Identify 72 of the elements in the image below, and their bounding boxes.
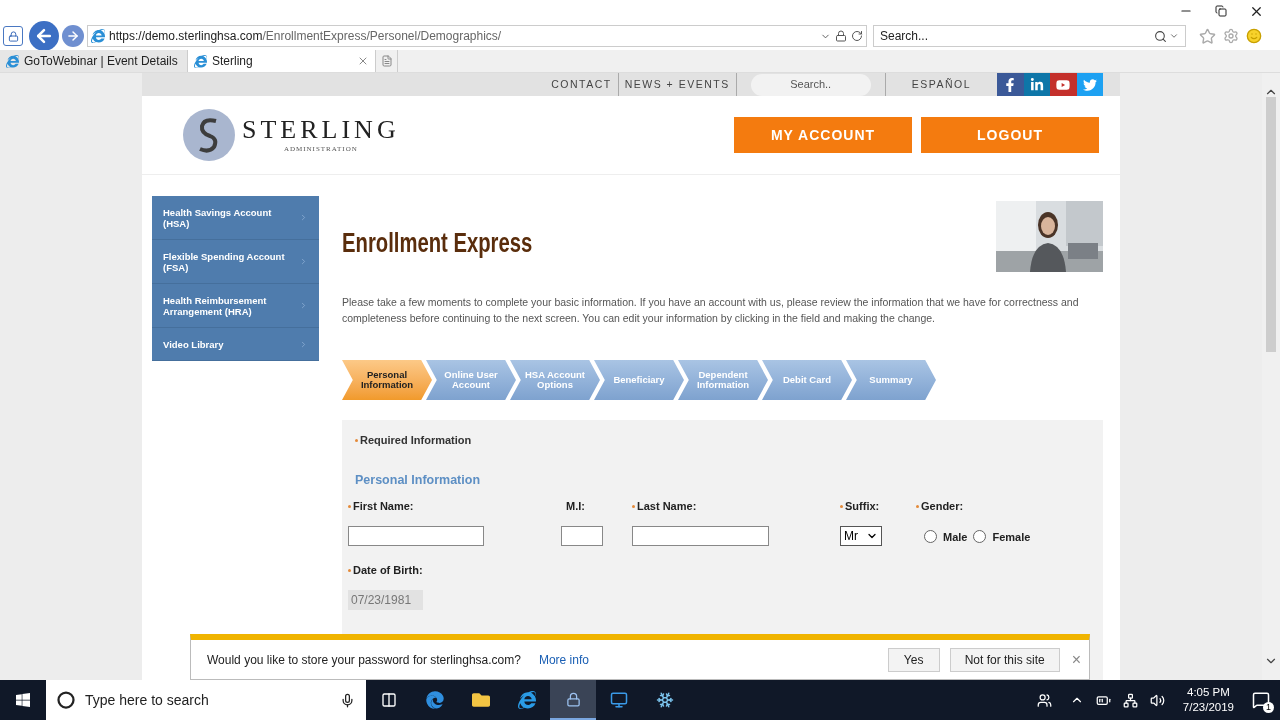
sidebar-item[interactable]: Health Savings Account (HSA) [152, 196, 319, 240]
address-bar[interactable]: https://demo.sterlinghsa.com/EnrollmentExpress/Personel/Demographics/ [87, 25, 867, 47]
people-icon[interactable] [1036, 692, 1052, 708]
browser-tab[interactable]: GoToWebinar | Event Details [0, 50, 188, 72]
top-nav-link[interactable]: NEWS + EVENTS [618, 73, 737, 97]
field-label: Suffix: [845, 499, 880, 514]
required-mark [355, 438, 358, 442]
forward-button[interactable] [62, 25, 84, 47]
notifications-icon[interactable] [1252, 691, 1270, 709]
suffix-select[interactable]: Mr [840, 526, 882, 547]
facebook-icon[interactable] [997, 73, 1024, 97]
linkedin-icon[interactable] [1023, 73, 1050, 97]
password-bar-button[interactable]: Not for this site [949, 647, 1060, 672]
radio-button[interactable] [973, 529, 987, 543]
close-button[interactable]: × [1071, 647, 1081, 672]
browser-icon [91, 29, 105, 43]
volume-icon[interactable] [1149, 692, 1165, 708]
radio-button[interactable] [924, 529, 937, 543]
sidebar-item[interactable]: Flexible Spending Account (FSA) [152, 240, 319, 284]
field-label: M.I: [566, 499, 585, 514]
browser-icon [6, 54, 19, 68]
field-label: Gender: [921, 499, 964, 514]
more-info-link[interactable]: More info [538, 650, 589, 669]
refresh-icon[interactable] [851, 30, 863, 42]
notification-count: 1 [1263, 702, 1274, 713]
new-tab-icon [380, 55, 393, 67]
clock[interactable]: 4:05 PM 7/23/2019 [1176, 685, 1240, 715]
password-prompt: Would you like to store your password for sterlinghsa.com? [207, 651, 521, 669]
lock-icon[interactable] [835, 30, 847, 42]
password-bar-button[interactable]: Yes [887, 647, 940, 672]
page-title: Enrollment Express [342, 227, 533, 260]
forward-arrow-icon [66, 29, 80, 43]
logo-wordmark: STERLING [242, 115, 400, 144]
dropdown-icon [1169, 31, 1179, 41]
site-search-field[interactable]: Search.. [750, 73, 871, 96]
chevron-icon [299, 257, 308, 266]
scrollbar-thumb[interactable] [1266, 97, 1276, 352]
logo-icon [182, 108, 236, 162]
browser-icon [194, 54, 207, 68]
section-heading: Personal Information [355, 471, 482, 489]
close-tab-icon[interactable] [357, 55, 369, 67]
step-tab[interactable]: Personal Information [342, 360, 432, 400]
microphone-icon[interactable] [340, 692, 355, 708]
cortana-icon [57, 691, 75, 709]
taskbar-search-field[interactable]: Type here to search [46, 680, 366, 720]
chevron-icon [299, 301, 308, 310]
back-button[interactable] [29, 21, 59, 51]
restore-icon[interactable] [1215, 5, 1227, 17]
text-field[interactable] [348, 526, 484, 547]
chevron-icon [299, 339, 308, 349]
field-label: First Name: [353, 499, 414, 514]
browser-tab[interactable]: Sterling [188, 50, 376, 72]
twitter-icon[interactable] [1076, 73, 1103, 97]
radio-label: Female [992, 530, 1031, 546]
app-icon[interactable] [550, 680, 596, 720]
sidebar-item[interactable]: Health Reimbursement Arrangement (HRA) [152, 284, 319, 328]
page-icon[interactable] [3, 26, 23, 46]
intro-text: Please take a few moments to complete your basic information. If you have an account with us, please review the information that we have for correctness and completeness before continuing to the next screen. You can edit your information by clicking in the field and making the change. [342, 295, 1080, 326]
chevron-icon [299, 213, 308, 222]
text-field[interactable] [632, 526, 769, 547]
search-icon [1154, 29, 1167, 43]
top-nav-link[interactable]: CONTACT [545, 73, 619, 97]
text-field[interactable] [561, 526, 603, 547]
required-note: Required Information [360, 433, 472, 448]
search-field[interactable]: Search... [873, 25, 1186, 47]
sidebar-item[interactable]: Video Library [152, 328, 319, 361]
youtube-icon[interactable] [1050, 73, 1077, 97]
windows-icon [15, 692, 31, 708]
field-label: Date of Birth: [353, 563, 423, 578]
network-icon[interactable] [1122, 692, 1138, 708]
field-label: Last Name: [637, 499, 697, 514]
radio-label: Male [943, 530, 968, 546]
